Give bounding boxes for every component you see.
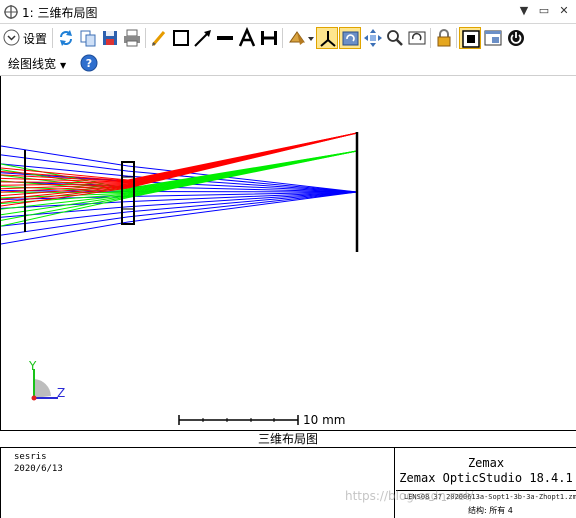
y-axis-label: Y [29,359,37,373]
camera-button[interactable] [406,27,428,49]
toolbar: 设置 [0,24,576,52]
refresh-button[interactable] [55,27,77,49]
print-button[interactable] [121,27,143,49]
scale-label: 10 mm [303,413,346,427]
window-button[interactable] [482,27,504,49]
ray-line [1,191,358,209]
camera-icon [408,31,426,45]
toolbar-divider [456,28,457,48]
toolbar-divider [145,28,146,48]
dimension-icon [261,31,277,45]
toolbar-secondary: 绘图线宽 ▼ ? [0,52,576,76]
date-text: 2020/6/13 [14,464,63,474]
ray-line [1,191,358,227]
lock-icon [437,29,451,47]
toolbar-divider [430,28,431,48]
save-icon [103,31,117,45]
fit-window-button[interactable] [459,27,481,49]
footer-left: sesris 2020/6/13 [0,448,395,518]
layout-canvas[interactable]: Y Z 10 mm [0,76,576,430]
toolbar-divider [52,28,53,48]
close-button[interactable]: ✕ [556,3,572,19]
window-icon [484,30,502,46]
power-icon [508,30,524,46]
zoom-button[interactable] [384,27,406,49]
pencil-button[interactable] [148,27,170,49]
plot-footer: 三维布局图 sesris 2020/6/13 Zemax Zemax Optic… [0,430,576,518]
zoom-icon [387,30,403,46]
brand-name: Zemax [467,456,505,470]
line-width-label: 绘图线宽 [8,57,57,71]
z-axis-label: Z [57,386,66,400]
window-titlebar: 1: 三维布局图 ▼ ▭ ✕ [0,0,576,24]
window-title: 1: 三维布局图 [22,6,98,20]
settings-label: 设置 [23,32,48,46]
line-width-dropdown[interactable]: 绘图线宽 ▼ [8,55,66,72]
axes-gizmo-quadrant [34,379,51,398]
watermark: https://blog.csdn.net/ [345,489,474,503]
configuration-text: 结构: 所有 4 [468,506,513,515]
copy-icon [80,30,96,47]
copy-button[interactable] [77,27,99,49]
author-text: sesris [14,452,47,462]
axes-icon [320,31,336,47]
help-icon[interactable]: ? [80,54,98,72]
caret-down-icon: ▼ [60,61,67,70]
rectangle-button[interactable] [170,27,192,49]
refresh-view-button[interactable] [339,27,361,49]
ray-trace-plot [1,132,359,425]
line-icon [217,36,233,40]
brand-version: Zemax OpticStudio 18.4.1 [399,471,573,485]
rotate-view-dropdown[interactable] [286,27,314,49]
toolbar-divider [282,28,283,48]
axes-origin [31,395,37,401]
dimension-button[interactable] [258,27,280,49]
maximize-button[interactable]: ▭ [536,3,552,19]
text-button[interactable] [236,27,258,49]
text-icon [238,27,256,47]
window-menu-button[interactable]: ▼ [516,3,532,19]
chevron-down-icon [3,29,20,46]
plot-title: 三维布局图 [0,431,576,448]
lock-button[interactable] [433,27,455,49]
svg-text:?: ? [86,57,92,70]
rectangle-icon [173,30,189,46]
axes-button[interactable] [316,27,338,49]
rotate-view-icon [289,31,314,45]
arrow-button[interactable] [192,27,214,49]
refresh-view-icon [342,31,359,46]
print-icon [124,29,140,47]
fit-window-icon [462,30,480,48]
arrow-icon [194,30,211,47]
refresh-icon [60,30,72,46]
app-icon [4,5,18,19]
footer-right: Zemax Zemax OpticStudio 18.4.1 LENS08_37… [396,448,576,518]
pencil-icon [151,31,166,46]
save-button[interactable] [99,27,121,49]
pan-icon [364,29,382,47]
line-button[interactable] [214,27,236,49]
pan-button[interactable] [362,27,384,49]
power-button[interactable] [505,27,527,49]
